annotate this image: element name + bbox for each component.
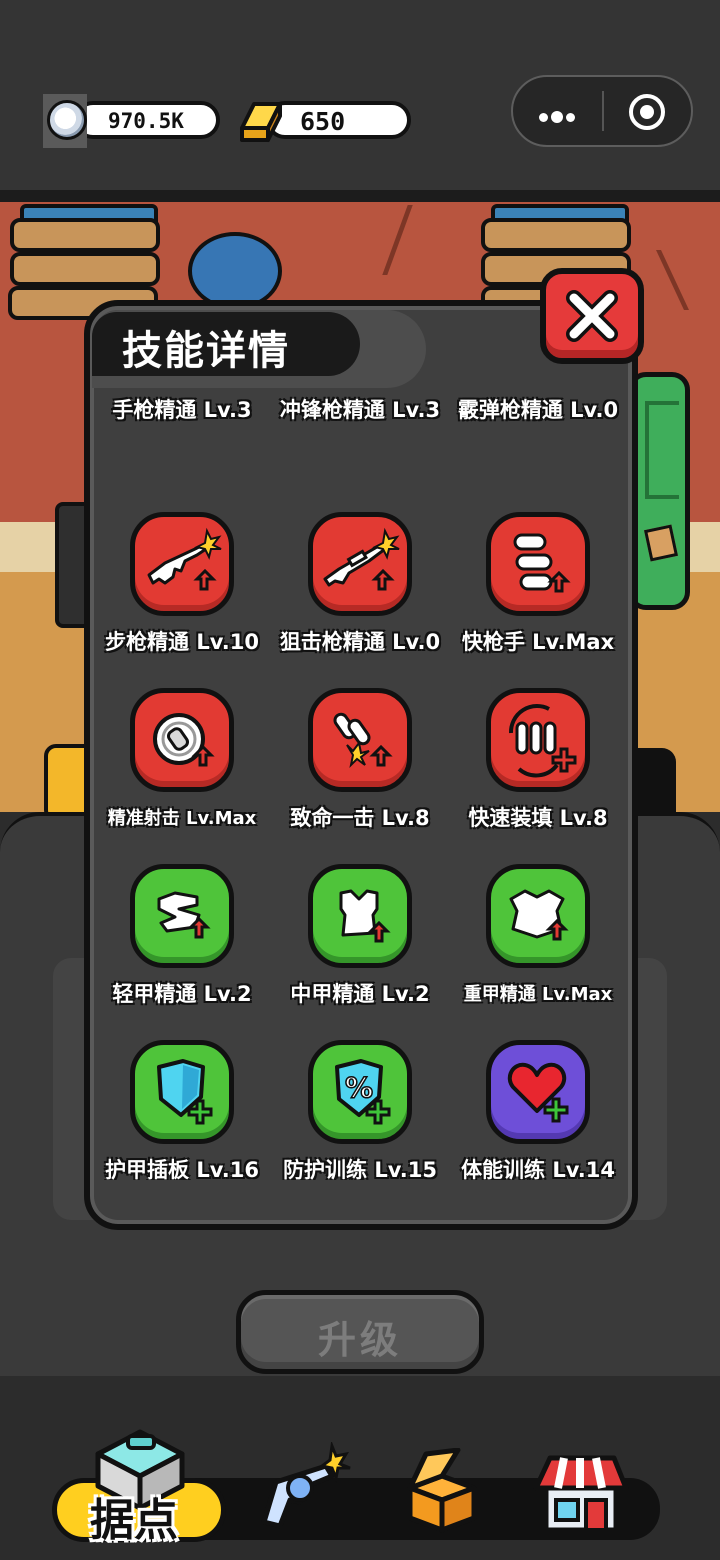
skill-item[interactable]: 致命一击 Lv.8 bbox=[270, 688, 450, 864]
svg-text:%: % bbox=[345, 1071, 373, 1104]
critical-icon bbox=[308, 688, 412, 792]
shop-icon[interactable] bbox=[530, 1448, 630, 1534]
upgrade-button[interactable]: 升级 bbox=[236, 1290, 484, 1374]
skill-label: 中甲精通 Lv.2 bbox=[290, 982, 430, 1006]
skill-label: 精准射击 Lv.Max bbox=[107, 808, 257, 829]
skill-item[interactable]: 中甲精通 Lv.2 bbox=[270, 864, 450, 1040]
skill-item[interactable]: 手枪精通 Lv.3 bbox=[92, 390, 272, 456]
skill-item[interactable]: 霰弹枪精通 Lv.0 bbox=[448, 390, 628, 456]
skill-item[interactable]: 狙击枪精通 Lv.0 bbox=[270, 512, 450, 688]
skill-label: 霰弹枪精通 Lv.0 bbox=[457, 398, 619, 422]
skill-label: 轻甲精通 Lv.2 bbox=[112, 982, 252, 1006]
skill-label: 狙击枪精通 Lv.0 bbox=[279, 630, 441, 654]
silver-currency[interactable]: 970.5K bbox=[74, 101, 220, 139]
skill-label: 护甲插板 Lv.16 bbox=[105, 1158, 259, 1180]
mini-program-capsule bbox=[511, 75, 693, 147]
rifle-icon bbox=[130, 512, 234, 616]
sniper-icon bbox=[308, 512, 412, 616]
skill-item[interactable]: 快枪手 Lv.Max bbox=[448, 512, 628, 688]
reload-icon bbox=[486, 688, 590, 792]
shield-percent-icon: % bbox=[308, 1040, 412, 1144]
revolver-icon[interactable] bbox=[256, 1442, 352, 1538]
skill-label: 重甲精通 Lv.Max bbox=[463, 984, 613, 1005]
skill-label: 防护训练 Lv.15 bbox=[283, 1158, 437, 1180]
skill-label: 快速装填 Lv.8 bbox=[468, 806, 608, 830]
silver-coin-icon bbox=[43, 94, 87, 148]
skill-item[interactable]: 冲锋枪精通 Lv.3 bbox=[270, 390, 450, 456]
capsule-divider bbox=[602, 91, 604, 131]
close-button[interactable] bbox=[540, 268, 644, 364]
skill-item[interactable]: 快速装填 Lv.8 bbox=[448, 688, 628, 864]
crosshair-icon bbox=[130, 688, 234, 792]
skill-item[interactable]: 精准射击 Lv.Max bbox=[92, 688, 272, 864]
skill-item[interactable]: 轻甲精通 Lv.2 bbox=[92, 864, 272, 1040]
medium-armor-icon bbox=[308, 864, 412, 968]
gold-bar-icon bbox=[240, 102, 282, 142]
skill-item[interactable]: % 防护训练 Lv.15 bbox=[270, 1040, 450, 1180]
skill-label: 致命一击 Lv.8 bbox=[290, 806, 430, 830]
nav-item-base-label: 据点 bbox=[90, 1495, 178, 1546]
skill-label: 冲锋枪精通 Lv.3 bbox=[279, 398, 441, 422]
heavy-armor-icon bbox=[486, 864, 590, 968]
skill-label: 步枪精通 Lv.10 bbox=[105, 630, 259, 654]
skill-item[interactable]: 重甲精通 Lv.Max bbox=[448, 864, 628, 1040]
dialog-title: 技能详情 bbox=[122, 328, 290, 374]
gold-amount: 650 bbox=[300, 107, 346, 136]
skill-item[interactable]: 步枪精通 Lv.10 bbox=[92, 512, 272, 688]
skill-grid[interactable]: 手枪精通 Lv.3 冲锋枪精通 Lv.3 霰弹枪精通 Lv.0 步枪精通 Lv.… bbox=[90, 390, 632, 1180]
gold-currency[interactable]: 650 bbox=[266, 101, 411, 139]
exit-target-icon[interactable] bbox=[629, 94, 665, 130]
bullets-icon bbox=[486, 512, 590, 616]
skill-label: 手枪精通 Lv.3 bbox=[112, 398, 252, 422]
skill-item[interactable]: 体能训练 Lv.14 bbox=[448, 1040, 628, 1180]
top-bar-edge bbox=[0, 190, 720, 202]
crate-icon[interactable] bbox=[400, 1448, 484, 1534]
shield-plus-icon bbox=[130, 1040, 234, 1144]
silver-amount: 970.5K bbox=[108, 109, 184, 133]
upgrade-button-label: 升级 bbox=[317, 1318, 402, 1362]
skill-label: 体能训练 Lv.14 bbox=[461, 1158, 615, 1180]
more-icon[interactable] bbox=[539, 107, 578, 126]
blue-drum-decoration bbox=[188, 232, 282, 310]
skill-label: 快枪手 Lv.Max bbox=[461, 630, 615, 654]
skill-item[interactable]: 护甲插板 Lv.16 bbox=[92, 1040, 272, 1180]
light-armor-icon bbox=[130, 864, 234, 968]
close-icon bbox=[566, 290, 618, 342]
heart-plus-icon bbox=[486, 1040, 590, 1144]
